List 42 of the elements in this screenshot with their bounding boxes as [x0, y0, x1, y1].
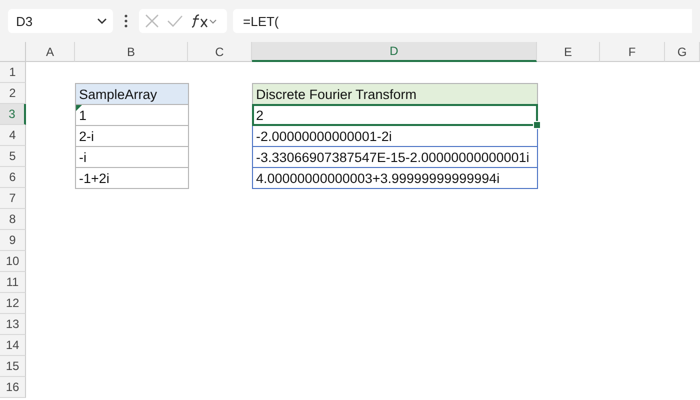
row-header[interactable]: 5 — [0, 146, 26, 167]
row-header[interactable]: 6 — [0, 167, 26, 188]
formula-text: =LET( — [243, 14, 279, 28]
column-header[interactable]: E — [537, 42, 600, 62]
row-header[interactable]: 11 — [0, 272, 26, 293]
fill-handle[interactable] — [533, 121, 541, 129]
row-header[interactable]: 1 — [0, 62, 26, 83]
column-header[interactable]: C — [188, 42, 252, 62]
row-header[interactable]: 16 — [0, 377, 26, 398]
name-box[interactable]: D3 — [8, 9, 113, 33]
column-header[interactable]: A — [26, 42, 75, 62]
table-cell: -i — [75, 146, 189, 168]
chevron-down-icon — [97, 18, 107, 24]
column-header[interactable]: F — [600, 42, 665, 62]
table-cell: 2-i — [75, 125, 189, 147]
header-cell: Discrete Fourier Transform — [252, 83, 538, 105]
row-header[interactable]: 8 — [0, 209, 26, 230]
row-header[interactable]: 2 — [0, 83, 26, 104]
formula-bar[interactable]: =LET( — [233, 9, 692, 33]
row-header[interactable]: 4 — [0, 125, 26, 146]
row-header[interactable]: 3 — [0, 104, 26, 125]
column-header[interactable]: G — [665, 42, 700, 62]
table-cell: -1+2i — [75, 167, 189, 189]
column-header[interactable]: D — [252, 42, 537, 62]
table-cell: 2 — [252, 104, 538, 126]
column-header[interactable]: B — [75, 42, 188, 62]
table-cell: 4.00000000000003+3.99999999999994i — [252, 167, 538, 189]
more-icon[interactable] — [123, 14, 129, 28]
table-cell: -2.00000000000001-2i — [252, 125, 538, 147]
function-icon[interactable] — [191, 14, 217, 28]
check-icon[interactable] — [167, 15, 183, 27]
row-header[interactable]: 15 — [0, 356, 26, 377]
row-header[interactable]: 10 — [0, 251, 26, 272]
row-header[interactable]: 9 — [0, 230, 26, 251]
row-header[interactable]: 13 — [0, 314, 26, 335]
row-header[interactable]: 7 — [0, 188, 26, 209]
row-header[interactable]: 14 — [0, 335, 26, 356]
table-cell: 1 — [75, 104, 189, 126]
cell-reference: D3 — [16, 14, 33, 28]
table-cell: -3.33066907387547E-15-2.00000000000001i — [252, 146, 538, 168]
header-cell: SampleArray — [75, 83, 189, 105]
row-header[interactable]: 12 — [0, 293, 26, 314]
